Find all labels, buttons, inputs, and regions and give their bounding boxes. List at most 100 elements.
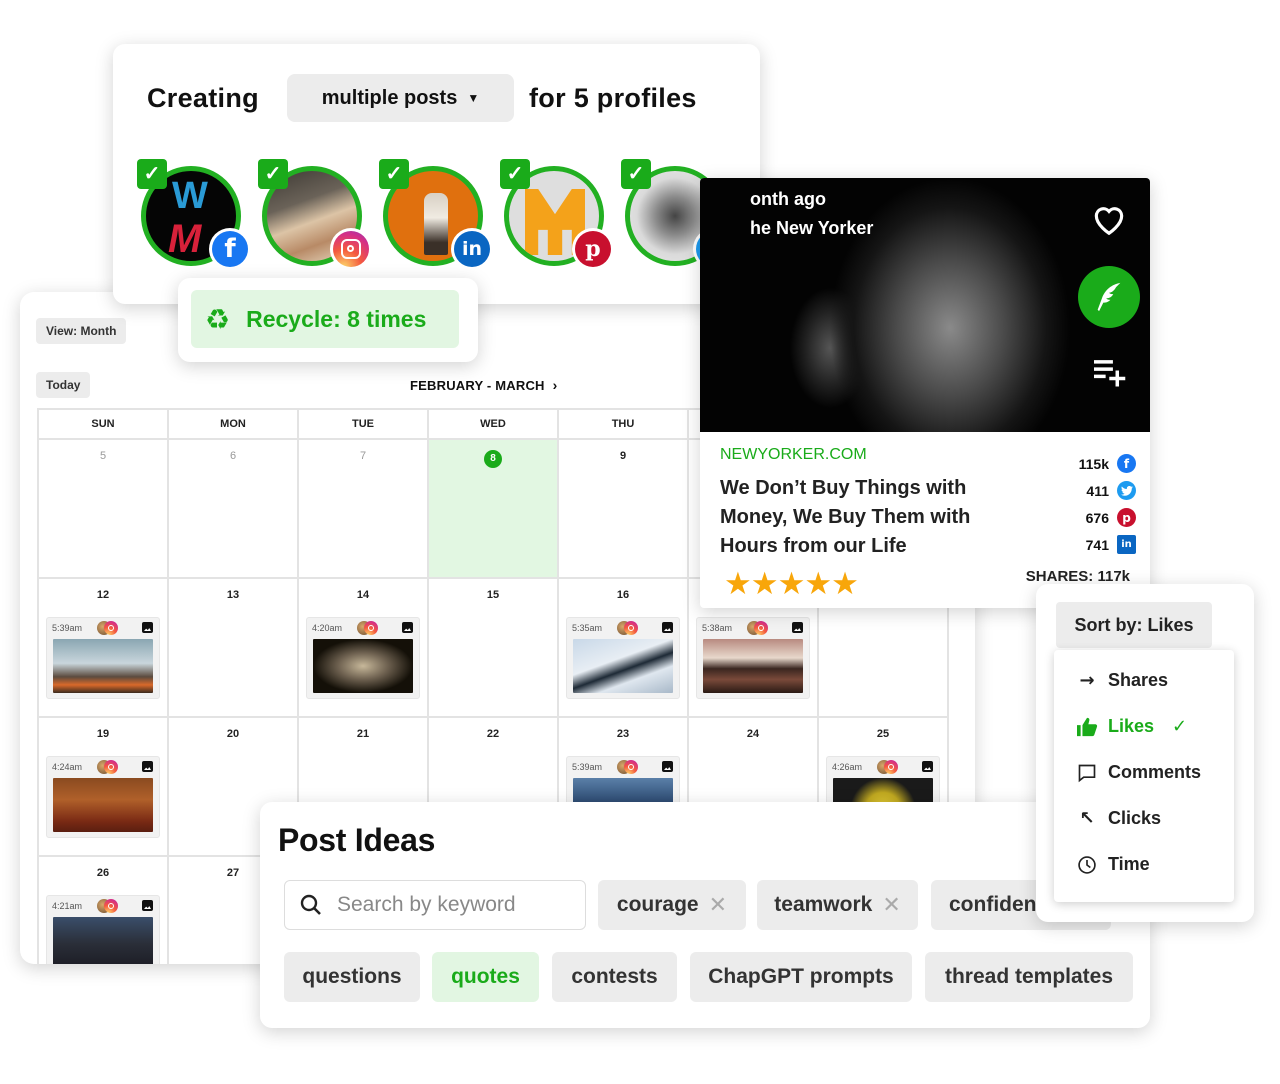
calendar-day-cell[interactable]: 14 4:20am bbox=[299, 579, 429, 718]
weekday-header: THU bbox=[559, 410, 689, 440]
profile-avatar-pinterest[interactable]: ✓ p bbox=[500, 159, 614, 270]
profile-avatar-facebook[interactable]: WM ✓ f bbox=[137, 159, 251, 270]
calendar-day-cell[interactable]: 19 4:24am bbox=[39, 718, 169, 857]
instagram-profile-icon bbox=[357, 621, 379, 635]
scheduled-post[interactable]: 4:21am bbox=[46, 895, 160, 964]
share-count-linkedin: 741 in bbox=[1086, 535, 1136, 554]
category-chip-quotes[interactable]: quotes bbox=[432, 952, 539, 1002]
post-time: 5:35am bbox=[572, 623, 603, 633]
sort-option-comments[interactable]: Comments bbox=[1076, 762, 1201, 783]
add-to-queue-icon[interactable] bbox=[1092, 356, 1128, 388]
calendar-day-number: 15 bbox=[486, 589, 500, 601]
recycle-panel: ♻ Recycle: 8 times bbox=[178, 278, 478, 362]
caret-down-icon: ▼ bbox=[467, 91, 480, 105]
calendar-day-cell[interactable]: 16 5:35am bbox=[559, 579, 689, 718]
calendar-day-cell[interactable]: 7 bbox=[299, 440, 429, 579]
scheduled-post[interactable]: 4:24am bbox=[46, 756, 160, 838]
post-time: 5:39am bbox=[52, 623, 83, 633]
calendar-day-number: 20 bbox=[226, 728, 240, 740]
sort-option-time[interactable]: Time bbox=[1076, 854, 1150, 875]
profiles-count-label: for 5 profiles bbox=[529, 83, 697, 113]
view-month-button[interactable]: View: Month bbox=[36, 318, 127, 344]
image-icon bbox=[142, 900, 153, 911]
post-thumbnail bbox=[313, 639, 413, 693]
twitter-icon bbox=[1117, 481, 1136, 500]
article-card[interactable]: onth ago he New Yorker NEWYORKER.COM We … bbox=[700, 178, 1150, 608]
scheduled-post[interactable]: 5:39am bbox=[46, 617, 160, 699]
calendar-day-cell[interactable]: 5 bbox=[39, 440, 169, 579]
calendar-day-number: 12 bbox=[96, 589, 110, 601]
sort-option-shares[interactable]: → Shares bbox=[1076, 670, 1168, 691]
weekday-header: WED bbox=[429, 410, 559, 440]
comment-icon bbox=[1076, 763, 1098, 783]
keyword-chip-teamwork[interactable]: teamwork ✕ bbox=[757, 880, 918, 930]
category-chip-questions[interactable]: questions bbox=[284, 952, 420, 1002]
sort-menu: → Shares Likes ✓ Comments ↖ Clicks Time bbox=[1054, 650, 1234, 902]
checkmark-icon[interactable]: ✓ bbox=[379, 159, 409, 189]
checkmark-icon: ✓ bbox=[1172, 716, 1188, 737]
calendar-day-cell[interactable]: 13 bbox=[169, 579, 299, 718]
heart-icon[interactable] bbox=[1090, 200, 1128, 238]
clock-icon bbox=[1076, 855, 1098, 875]
calendar-day-cell[interactable]: 8 bbox=[429, 440, 559, 579]
post-ideas-panel: Post Ideas courage ✕ teamwork ✕ confiden… bbox=[260, 802, 1150, 1028]
calendar-day-number: 7 bbox=[359, 450, 367, 462]
sort-by-button[interactable]: Sort by: Likes bbox=[1056, 602, 1212, 648]
checkmark-icon[interactable]: ✓ bbox=[621, 159, 651, 189]
category-chip-chatgpt-prompts[interactable]: ChapGPT prompts bbox=[690, 952, 912, 1002]
checkmark-icon[interactable]: ✓ bbox=[137, 159, 167, 189]
calendar-day-number: 21 bbox=[356, 728, 370, 740]
facebook-icon: f bbox=[1117, 454, 1136, 473]
arrow-right-icon: → bbox=[1079, 670, 1095, 691]
calendar-day-cell[interactable]: 9 bbox=[559, 440, 689, 579]
remove-icon[interactable]: ✕ bbox=[882, 893, 900, 918]
creating-label: Creating bbox=[147, 83, 259, 113]
keyword-search[interactable] bbox=[284, 880, 586, 930]
article-title[interactable]: We Don’t Buy Things with Money, We Buy T… bbox=[720, 474, 1020, 561]
post-time: 4:21am bbox=[52, 901, 83, 911]
calendar-day-number: 25 bbox=[876, 728, 890, 740]
pinterest-icon: p bbox=[572, 228, 614, 270]
profile-avatar-linkedin[interactable]: ✓ in bbox=[379, 159, 493, 270]
chevron-right-icon[interactable]: › bbox=[553, 377, 558, 393]
calendar-day-cell[interactable]: 6 bbox=[169, 440, 299, 579]
instagram-profile-icon bbox=[97, 899, 119, 913]
article-image: onth ago he New Yorker bbox=[700, 178, 1150, 432]
profile-avatar-instagram[interactable]: ✓ bbox=[258, 159, 372, 270]
scheduled-post[interactable]: 5:38am bbox=[696, 617, 810, 699]
category-chip-contests[interactable]: contests bbox=[552, 952, 677, 1002]
category-chip-thread-templates[interactable]: thread templates bbox=[925, 952, 1133, 1002]
facebook-icon: f bbox=[209, 228, 251, 270]
checkmark-icon[interactable]: ✓ bbox=[500, 159, 530, 189]
share-count-pinterest: 676 p bbox=[1086, 508, 1136, 527]
compose-button[interactable] bbox=[1078, 266, 1140, 328]
recycle-button[interactable]: ♻ Recycle: 8 times bbox=[191, 290, 459, 348]
post-mode-select[interactable]: multiple posts ▼ bbox=[287, 74, 514, 122]
calendar-day-number: 24 bbox=[746, 728, 760, 740]
image-icon bbox=[662, 622, 673, 633]
create-posts-panel: Creating multiple posts ▼ for 5 profiles… bbox=[113, 44, 760, 304]
calendar-range[interactable]: FEBRUARY - MARCH › bbox=[410, 377, 558, 393]
calendar-day-cell[interactable]: 15 bbox=[429, 579, 559, 718]
quill-icon bbox=[1097, 282, 1121, 312]
remove-icon[interactable]: ✕ bbox=[709, 893, 727, 918]
image-icon bbox=[142, 622, 153, 633]
post-thumbnail bbox=[53, 917, 153, 964]
instagram-profile-icon bbox=[877, 760, 899, 774]
post-thumbnail bbox=[703, 639, 803, 693]
checkmark-icon[interactable]: ✓ bbox=[258, 159, 288, 189]
sort-option-clicks[interactable]: ↖ Clicks bbox=[1076, 808, 1161, 829]
keyword-chip-courage[interactable]: courage ✕ bbox=[598, 880, 746, 930]
shares-total: SHARES: 117k bbox=[1025, 568, 1130, 585]
article-domain[interactable]: NEWYORKER.COM bbox=[720, 446, 867, 464]
weekday-header: SUN bbox=[39, 410, 169, 440]
search-input[interactable] bbox=[337, 893, 567, 917]
scheduled-post[interactable]: 4:20am bbox=[306, 617, 420, 699]
sort-option-likes[interactable]: Likes ✓ bbox=[1076, 716, 1187, 737]
today-button[interactable]: Today bbox=[36, 372, 91, 398]
post-time: 4:20am bbox=[312, 623, 343, 633]
calendar-day-cell[interactable]: 12 5:39am bbox=[39, 579, 169, 718]
scheduled-post[interactable]: 5:35am bbox=[566, 617, 680, 699]
calendar-day-cell[interactable]: 26 4:21am bbox=[39, 857, 169, 964]
post-time: 4:24am bbox=[52, 762, 83, 772]
